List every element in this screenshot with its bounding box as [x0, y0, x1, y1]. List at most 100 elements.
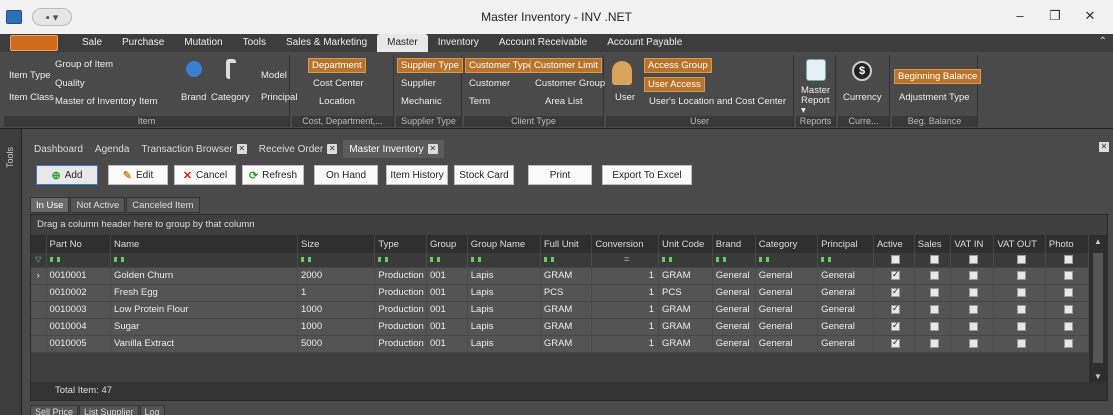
cell-photo[interactable] — [1045, 318, 1090, 336]
cell-name[interactable]: Vanilla Extract — [110, 335, 298, 353]
checkbox[interactable] — [1016, 338, 1026, 348]
column-header-unit-code[interactable]: Unit Code — [658, 235, 713, 253]
checkbox[interactable] — [969, 304, 979, 314]
cell-active[interactable] — [873, 335, 915, 353]
ribbon-tab-sale[interactable]: Sale — [72, 34, 112, 52]
cell-active[interactable] — [873, 301, 915, 319]
supplier-button[interactable]: Supplier — [398, 77, 439, 90]
doc-tab-dashboard[interactable]: Dashboard — [28, 140, 89, 158]
cell-vat-in[interactable] — [950, 301, 995, 319]
close-button[interactable]: ✕ — [1080, 8, 1100, 24]
cell-vat-in[interactable] — [950, 284, 995, 302]
filter-cell-photo[interactable] — [1045, 253, 1090, 268]
filter-cell-part-no[interactable] — [46, 253, 112, 268]
tools-panel[interactable]: Tools — [0, 129, 22, 415]
user-location-button[interactable]: User's Location and Cost Center — [646, 95, 789, 108]
cell-unit-code[interactable]: GRAM — [658, 335, 713, 353]
filter-cell-sales[interactable] — [914, 253, 952, 268]
filter-checkbox[interactable] — [969, 255, 979, 265]
detail-tab-log[interactable]: Log — [139, 405, 165, 415]
cell-size[interactable]: 2000 — [297, 267, 376, 285]
table-row[interactable]: 0010004 Sugar 1000 Production 001 Lapis GRAM 1 G… — [31, 318, 1090, 336]
print-button[interactable]: Print — [528, 165, 592, 185]
cell-vat-out[interactable] — [993, 301, 1046, 319]
column-header-sales[interactable]: Sales — [914, 235, 952, 253]
quality-button[interactable]: Quality — [52, 77, 88, 90]
term-button[interactable]: Term — [466, 95, 493, 108]
checkbox[interactable] — [929, 338, 939, 348]
checkbox[interactable] — [890, 286, 900, 297]
cell-category[interactable]: General — [755, 267, 819, 285]
cell-photo[interactable] — [1045, 267, 1090, 285]
filter-checkbox[interactable] — [1063, 255, 1073, 265]
checkbox[interactable] — [969, 338, 979, 348]
cell-category[interactable]: General — [755, 284, 819, 302]
vertical-scrollbar[interactable]: ▲ ▼ — [1089, 235, 1107, 383]
checkbox[interactable] — [969, 287, 979, 297]
cell-part-no[interactable]: 0010004 — [46, 318, 112, 336]
cell-vat-in[interactable] — [950, 267, 995, 285]
cell-conversion[interactable]: 1 — [591, 318, 660, 336]
checkbox[interactable] — [929, 287, 939, 297]
customer-group-button[interactable]: Customer Group — [532, 77, 608, 90]
checkbox[interactable] — [1063, 304, 1073, 314]
cell-group[interactable]: 001 — [426, 335, 468, 353]
checkbox[interactable] — [1016, 321, 1026, 331]
cell-part-no[interactable]: 0010001 — [46, 267, 112, 285]
cell-name[interactable]: Golden Churn — [110, 267, 298, 285]
cell-photo[interactable] — [1045, 335, 1090, 353]
ribbon-tab-account-payable[interactable]: Account Payable — [597, 34, 692, 52]
cell-vat-in[interactable] — [950, 335, 995, 353]
cell-principal[interactable]: General — [817, 301, 874, 319]
ribbon-tab-inventory[interactable]: Inventory — [428, 34, 489, 52]
cell-brand[interactable]: General — [712, 318, 756, 336]
cell-name[interactable]: Sugar — [110, 318, 298, 336]
column-header-brand[interactable]: Brand — [712, 235, 756, 253]
item-type-button[interactable]: Item Type — [6, 69, 54, 82]
cell-group[interactable]: 001 — [426, 301, 468, 319]
ribbon-tab-sales-marketing[interactable]: Sales & Marketing — [276, 34, 377, 52]
cost-center-button[interactable]: Cost Center — [310, 77, 367, 90]
cell-vat-out[interactable] — [993, 267, 1046, 285]
cell-principal[interactable]: General — [817, 284, 874, 302]
cell-active[interactable] — [873, 318, 915, 336]
cell-unit-code[interactable]: PCS — [658, 284, 713, 302]
cell-vat-in[interactable] — [950, 318, 995, 336]
column-header-principal[interactable]: Principal — [817, 235, 874, 253]
cell-size[interactable]: 5000 — [297, 335, 376, 353]
cell-vat-out[interactable] — [993, 335, 1046, 353]
cell-principal[interactable]: General — [817, 267, 874, 285]
cell-category[interactable]: General — [755, 318, 819, 336]
edit-button[interactable]: ✎ Edit — [108, 165, 168, 185]
scroll-down-icon[interactable]: ▼ — [1094, 372, 1102, 381]
column-header-vat-in[interactable]: VAT IN — [950, 235, 995, 253]
checkbox[interactable] — [1063, 287, 1073, 297]
cell-sales[interactable] — [914, 267, 952, 285]
user-access-button[interactable]: User Access — [644, 77, 705, 92]
cell-size[interactable]: 1000 — [297, 301, 376, 319]
minimize-button[interactable]: – — [1010, 8, 1030, 23]
cell-brand[interactable]: General — [712, 335, 756, 353]
cell-sales[interactable] — [914, 335, 952, 353]
master-report-button[interactable]: Master Report ▾ — [798, 85, 836, 117]
filter-cell-active[interactable] — [873, 253, 915, 268]
department-button[interactable]: Department — [308, 58, 366, 73]
doc-tab-transaction-browser[interactable]: Transaction Browser ✕ — [135, 140, 252, 158]
cell-group-name[interactable]: Lapis — [467, 284, 541, 302]
cell-conversion[interactable]: 1 — [591, 335, 660, 353]
checkbox[interactable] — [1063, 321, 1073, 331]
column-header-active[interactable]: Active — [873, 235, 915, 253]
scrollbar-thumb[interactable] — [1093, 253, 1103, 363]
customer-type-button[interactable]: Customer Type — [465, 58, 538, 73]
cell-full-unit[interactable]: PCS — [540, 284, 593, 302]
checkbox[interactable] — [890, 337, 900, 348]
cell-sales[interactable] — [914, 284, 952, 302]
checkbox[interactable] — [929, 270, 939, 280]
user-button[interactable]: User — [612, 91, 638, 104]
checkbox[interactable] — [1063, 270, 1073, 280]
filter-checkbox[interactable] — [1016, 255, 1026, 265]
cell-brand[interactable]: General — [712, 301, 756, 319]
column-header-size[interactable]: Size — [297, 235, 376, 253]
doc-tab-receive-order[interactable]: Receive Order ✕ — [253, 140, 343, 158]
filter-checkbox[interactable] — [929, 255, 939, 265]
